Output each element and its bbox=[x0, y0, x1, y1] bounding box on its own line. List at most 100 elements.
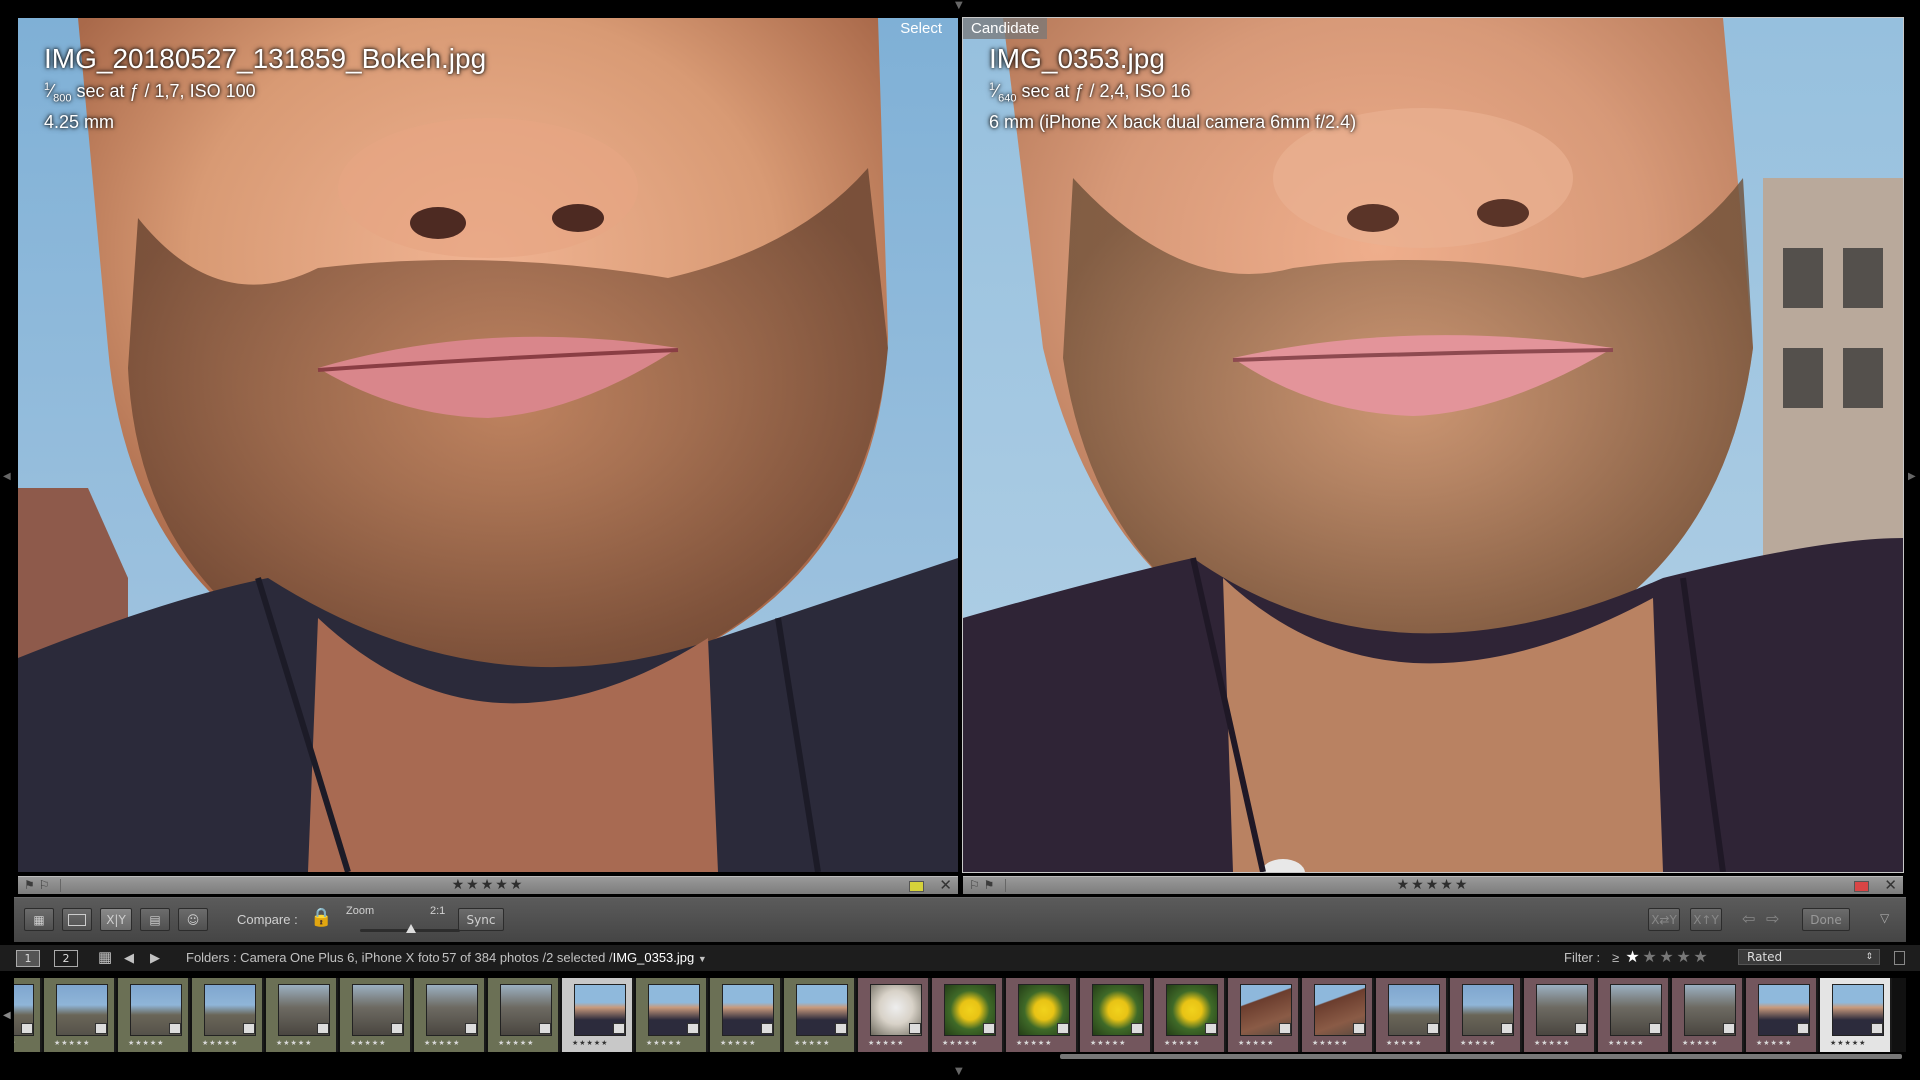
filmstrip-thumbnail[interactable]: ★★★★★ bbox=[710, 978, 782, 1052]
grid-view-button[interactable]: ▦ bbox=[24, 908, 54, 931]
filmstrip-thumbnail[interactable]: ★★★★★ bbox=[784, 978, 856, 1052]
top-panel-toggle-icon[interactable]: ▼ bbox=[955, 1, 963, 11]
make-select-button[interactable]: X↑Y bbox=[1690, 908, 1722, 931]
edited-badge-icon bbox=[1723, 1023, 1735, 1034]
filmstrip-left-arrow-icon[interactable]: ◀ bbox=[3, 1010, 11, 1021]
filmstrip-thumbnail[interactable]: ★★★★★ bbox=[858, 978, 930, 1052]
photo-count[interactable]: 57 of 384 photos /2 selected /IMG_0353.j… bbox=[442, 950, 707, 965]
filmstrip-thumbnail[interactable]: ★★★★★ bbox=[1376, 978, 1448, 1052]
loupe-icon bbox=[68, 913, 86, 926]
toolbar-menu-chevron-icon[interactable]: ▽ bbox=[1880, 911, 1889, 925]
previous-arrow-icon[interactable]: ⇦ bbox=[1742, 909, 1755, 928]
filmstrip-thumbnail[interactable]: ★★★★★ bbox=[636, 978, 708, 1052]
filter-preset-select[interactable]: Rated ⇕ bbox=[1738, 949, 1880, 965]
thumbnail-rating: ★★★★★ bbox=[868, 1039, 905, 1047]
next-arrow-icon[interactable]: ⇨ bbox=[1766, 909, 1779, 928]
filmstrip-thumbnail[interactable]: ★★★★★ bbox=[266, 978, 338, 1052]
select-pane[interactable]: Select IMG_20180527_131859_Bokeh.jpg 1⁄8… bbox=[18, 18, 958, 872]
grid-icon[interactable]: ▦ bbox=[98, 948, 112, 966]
swap-button[interactable]: X⇄Y bbox=[1648, 908, 1680, 931]
filter-star-5-icon[interactable]: ★ bbox=[1692, 947, 1709, 967]
select-close-button[interactable]: ✕ bbox=[939, 876, 952, 894]
filmstrip-thumbnail[interactable]: ★★★★★ bbox=[1228, 978, 1300, 1052]
edited-badge-icon bbox=[465, 1023, 477, 1034]
edited-badge-icon bbox=[1871, 1023, 1883, 1034]
edited-badge-icon bbox=[95, 1023, 107, 1034]
filmstrip-thumbnail[interactable]: ★★★★★ bbox=[1302, 978, 1374, 1052]
thumbnail-rating: ★★★★★ bbox=[424, 1039, 461, 1047]
filmstrip-thumbnail[interactable]: ★★★★★ bbox=[414, 978, 486, 1052]
back-arrow-icon[interactable]: ◀ bbox=[124, 950, 134, 966]
filmstrip-thumbnail[interactable]: ★★★★★ bbox=[1746, 978, 1818, 1052]
filmstrip-header: 1 2 ▦ ◀ ▶ Folders : Camera One Plus 6, i… bbox=[0, 945, 1920, 971]
filmstrip-thumbnail[interactable]: ★★★★★ bbox=[118, 978, 190, 1052]
filmstrip-thumbnail[interactable]: ★★★★★ bbox=[1006, 978, 1078, 1052]
compare-label: Compare : bbox=[237, 912, 298, 927]
filmstrip-thumbnail[interactable]: ★★★★★ bbox=[1672, 978, 1744, 1052]
survey-icon: ▤ bbox=[149, 912, 161, 927]
filmstrip-thumbnail[interactable]: ★★★★★ bbox=[1154, 978, 1226, 1052]
zoom-slider-handle[interactable] bbox=[406, 924, 416, 933]
done-button[interactable]: Done bbox=[1802, 908, 1850, 931]
select-color-label[interactable] bbox=[909, 881, 924, 892]
primary-screen-button[interactable]: 1 bbox=[16, 950, 40, 967]
filter-lock-icon[interactable] bbox=[1894, 951, 1905, 965]
filmstrip-thumbnail[interactable]: ★★★★★ bbox=[932, 978, 1004, 1052]
bottom-panel-toggle-icon[interactable]: ▼ bbox=[955, 1067, 963, 1077]
source-path[interactable]: Folders : Camera One Plus 6, iPhone X fo… bbox=[186, 950, 440, 965]
select-photo bbox=[18, 18, 958, 872]
forward-arrow-icon[interactable]: ▶ bbox=[150, 950, 160, 966]
edited-badge-icon bbox=[243, 1023, 255, 1034]
thumbnail-rating: ★★★★★ bbox=[1608, 1039, 1645, 1047]
lock-icon[interactable]: 🔒 bbox=[310, 907, 332, 928]
select-rating-bar: ⚑ ⚐ ★★★★★ ✕ bbox=[18, 876, 958, 894]
filmstrip-thumbnail[interactable]: ★★★★★ bbox=[562, 978, 634, 1052]
filter-star-2-icon[interactable]: ★ bbox=[1641, 947, 1658, 967]
filmstrip-thumbnail[interactable]: ★★★★★ bbox=[44, 978, 116, 1052]
filmstrip-scrollbar[interactable] bbox=[1060, 1054, 1902, 1059]
edited-badge-icon bbox=[391, 1023, 403, 1034]
filmstrip-thumbnail[interactable]: ★★★★★ bbox=[1080, 978, 1152, 1052]
filter-star-1-icon[interactable]: ★ bbox=[1624, 947, 1641, 967]
candidate-color-label[interactable] bbox=[1854, 881, 1869, 892]
filter-star-rating[interactable]: ★ ★ ★ ★ ★ bbox=[1624, 947, 1709, 967]
candidate-star-rating[interactable]: ★★★★★ bbox=[1397, 877, 1470, 893]
thumbnail-rating: ★★★★★ bbox=[1460, 1039, 1497, 1047]
select-tag: Select bbox=[900, 20, 942, 37]
right-panel-toggle-icon[interactable]: ▶ bbox=[1908, 472, 1916, 482]
zoom-label: Zoom bbox=[346, 905, 375, 917]
filmstrip-thumbnail[interactable]: ★★★★★ bbox=[1598, 978, 1670, 1052]
filmstrip-thumbnail[interactable]: ★★★★★ bbox=[488, 978, 560, 1052]
survey-view-button[interactable]: ▤ bbox=[140, 908, 170, 931]
filter-operator[interactable]: ≥ bbox=[1612, 950, 1619, 965]
filmstrip-thumbnail[interactable]: ★★★★★ bbox=[1820, 978, 1892, 1052]
dropdown-caret-icon[interactable]: ▼ bbox=[698, 954, 707, 964]
filmstrip-thumbnail[interactable]: ★★★★★ bbox=[14, 978, 42, 1052]
candidate-flag-icons[interactable]: ⚐ ⚑ bbox=[969, 878, 994, 892]
select-arrows-icon: ⇕ bbox=[1865, 952, 1873, 962]
divider bbox=[1005, 879, 1006, 892]
compare-view-button[interactable]: X|Y bbox=[100, 908, 132, 931]
select-flag-icons[interactable]: ⚑ ⚐ bbox=[24, 878, 49, 892]
filter-star-4-icon[interactable]: ★ bbox=[1675, 947, 1692, 967]
thumbnail-rating: ★★★★★ bbox=[1534, 1039, 1571, 1047]
left-panel-toggle-icon[interactable]: ◀ bbox=[3, 472, 11, 482]
filter-star-3-icon[interactable]: ★ bbox=[1658, 947, 1675, 967]
filmstrip-thumbnail[interactable]: ★★★★★ bbox=[192, 978, 264, 1052]
candidate-tag: Candidate bbox=[963, 18, 1048, 39]
thumbnail-rating: ★★★★★ bbox=[1756, 1039, 1793, 1047]
edited-badge-icon bbox=[21, 1023, 33, 1034]
candidate-pane[interactable]: Candidate IMG_0353.jpg 1⁄640 sec at ƒ / … bbox=[962, 17, 1904, 873]
loupe-view-button[interactable] bbox=[62, 908, 92, 931]
thumbnail-rating: ★★★★★ bbox=[128, 1039, 165, 1047]
secondary-screen-button[interactable]: 2 bbox=[54, 950, 78, 967]
people-view-button[interactable]: ☺ bbox=[178, 908, 208, 931]
filmstrip-thumbnail[interactable]: ★★★★★ bbox=[1450, 978, 1522, 1052]
select-star-rating[interactable]: ★★★★★ bbox=[452, 877, 525, 893]
candidate-close-button[interactable]: ✕ bbox=[1884, 876, 1897, 894]
edited-badge-icon bbox=[317, 1023, 329, 1034]
filmstrip[interactable]: ★★★★★ ★★★★★ ★★★★★ ★★★★★ ★★★★★ ★★★★★ ★★★★★ ★★★★★… bbox=[14, 978, 1906, 1052]
filmstrip-thumbnail[interactable]: ★★★★★ bbox=[1524, 978, 1596, 1052]
sync-button[interactable]: Sync bbox=[458, 908, 504, 931]
filmstrip-thumbnail[interactable]: ★★★★★ bbox=[340, 978, 412, 1052]
